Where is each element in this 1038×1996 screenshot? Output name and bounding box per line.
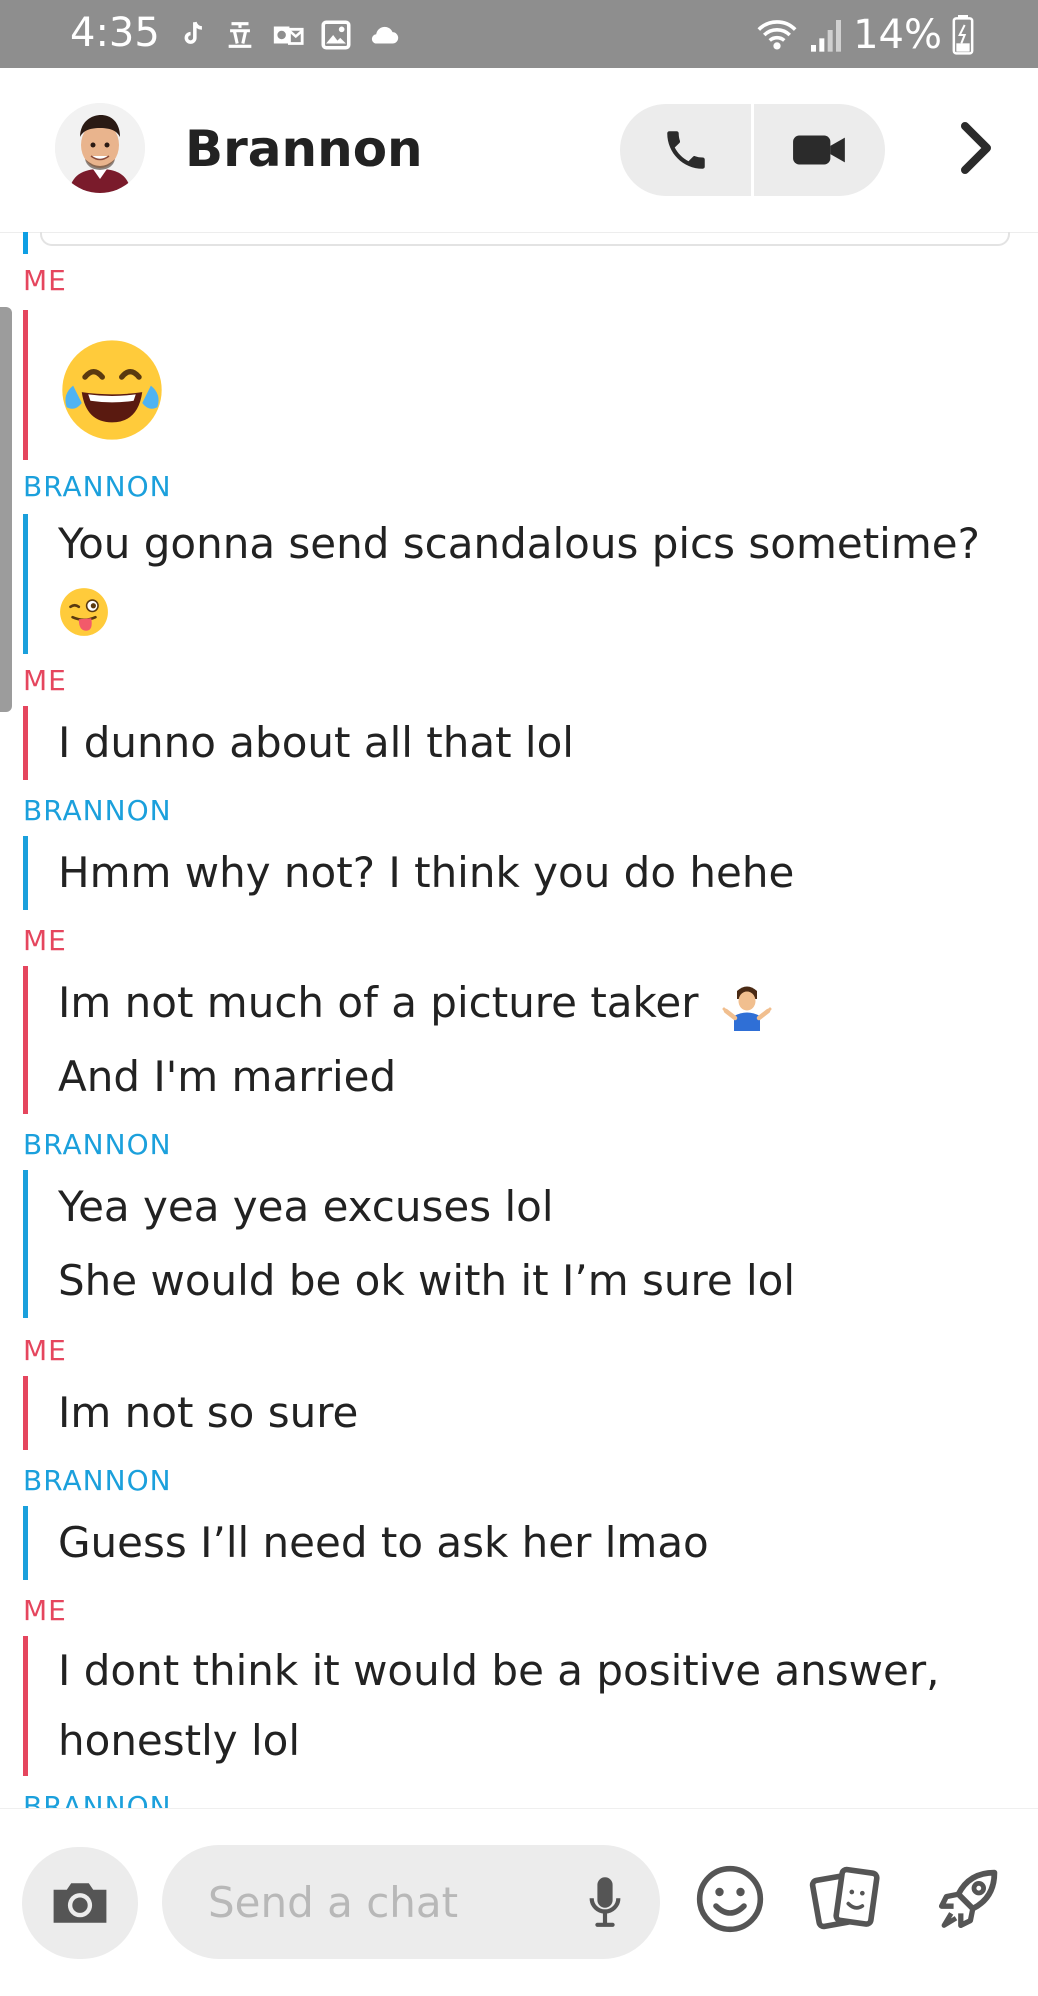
avatar[interactable]	[55, 103, 145, 193]
sender-label: BRANNON	[23, 1464, 172, 1497]
message-text: Im not much of a picture taker	[58, 978, 699, 1027]
chat-header: Brannon	[0, 68, 1038, 233]
message-group[interactable]: I dunno about all that lol	[23, 706, 1038, 780]
sender-label: ME	[23, 264, 67, 297]
message-text: I dont think it would be a positive answ…	[58, 1646, 940, 1695]
camera-icon	[53, 1883, 107, 1923]
notification-icons	[175, 18, 401, 52]
chat-input[interactable]	[206, 1871, 570, 1933]
chevron-right-icon	[961, 122, 991, 174]
cloud-icon	[371, 26, 399, 44]
message-group[interactable]: I dont think it would be a positive answ…	[23, 1636, 1038, 1776]
video-call-button[interactable]	[754, 104, 885, 196]
battery-percent: 14%	[853, 12, 942, 58]
video-camera-icon	[792, 135, 845, 165]
message-text: And I'm married	[58, 1052, 397, 1101]
sender-label: ME	[23, 924, 67, 957]
emoji-button[interactable]	[690, 1859, 770, 1939]
message-text: Im not so sure	[58, 1388, 359, 1437]
message-group[interactable]: Yea yea yea excuses lol She would be ok …	[23, 1170, 1038, 1318]
system-status: 14%	[755, 12, 974, 58]
status-bar: 4:35 14%	[0, 0, 1038, 68]
battery-icon	[952, 15, 974, 55]
sender-label: ME	[23, 664, 67, 697]
message-text: Guess I’ll need to ask her lmao	[58, 1518, 709, 1567]
message-group[interactable]: Im not so sure	[23, 1376, 1038, 1450]
message-group[interactable]: Im not much of a picture taker And I'm m…	[23, 966, 1038, 1114]
chat-input-pill	[162, 1845, 660, 1959]
message-text: She would be ok with it I’m sure lol	[58, 1256, 796, 1305]
face-with-tears-of-joy-icon	[62, 340, 162, 440]
message-text: You gonna send scandalous pics sometime?	[58, 519, 980, 568]
wifi-icon	[757, 20, 797, 50]
message-emoji-line	[58, 574, 1038, 644]
microphone-button[interactable]	[585, 1871, 625, 1933]
message-text: Yea yea yea excuses lol	[58, 1182, 554, 1231]
chat-transcript[interactable]: ME BRANNON You gonna send scandalous pic…	[0, 232, 1038, 1808]
signal-icon	[811, 20, 842, 52]
cards-icon	[809, 1866, 880, 1930]
message-line: Im not much of a picture taker	[58, 966, 1038, 1040]
chevron-right-button[interactable]	[950, 118, 1000, 178]
message-group[interactable]: Guess I’ll need to ask her lmao	[23, 1506, 1038, 1580]
message-text: I dunno about all that lol	[58, 718, 574, 767]
phone-icon	[666, 131, 705, 169]
smiley-icon	[696, 1865, 764, 1933]
message-group[interactable]	[23, 310, 1038, 460]
previous-message-bar	[23, 232, 28, 254]
contact-name[interactable]: Brannon	[185, 120, 423, 178]
news-icon	[228, 22, 252, 48]
composer-bar	[0, 1808, 1038, 1996]
microphone-icon	[589, 1877, 621, 1927]
stickers-button[interactable]	[806, 1859, 886, 1939]
message-group[interactable]: You gonna send scandalous pics sometime?	[23, 514, 1038, 654]
tiktok-icon	[184, 21, 203, 44]
camera-button[interactable]	[22, 1847, 138, 1959]
winking-face-with-tongue-icon	[60, 587, 108, 636]
sender-label: BRANNON	[23, 1128, 172, 1161]
scrollbar-handle[interactable]	[0, 307, 12, 712]
sender-label: BRANNON	[23, 470, 172, 503]
sender-label-partial: BRANNON	[23, 1792, 172, 1808]
gallery-icon	[321, 20, 351, 50]
sender-label: BRANNON	[23, 794, 172, 827]
voice-call-button[interactable]	[620, 104, 751, 196]
message-text: honestly lol	[58, 1716, 301, 1765]
person-shrugging-icon	[722, 986, 772, 1031]
message-text: Hmm why not? I think you do hehe	[58, 848, 795, 897]
bitmoji-avatar-icon	[55, 103, 145, 193]
sender-label: ME	[23, 1334, 67, 1367]
games-button[interactable]	[928, 1859, 1008, 1939]
call-button-group	[620, 104, 885, 196]
status-time: 4:35	[70, 10, 160, 56]
rocket-icon	[938, 1869, 998, 1929]
outlook-icon	[273, 26, 304, 45]
sender-label: ME	[23, 1594, 67, 1627]
message-group[interactable]: Hmm why not? I think you do hehe	[23, 836, 1038, 910]
previous-message-card	[40, 232, 1010, 246]
